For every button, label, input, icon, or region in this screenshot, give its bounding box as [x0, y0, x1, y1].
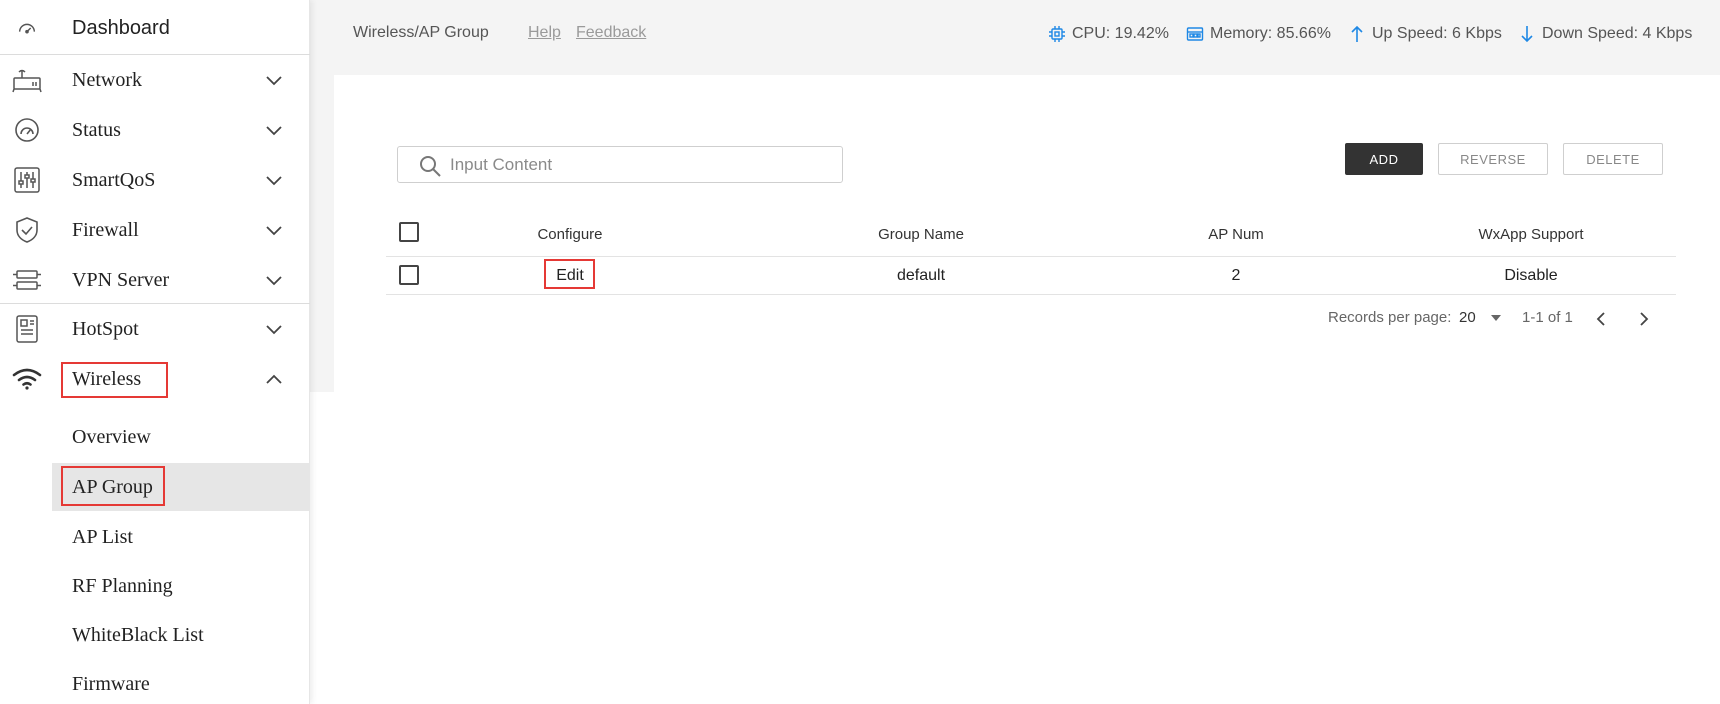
row-checkbox[interactable]: [399, 265, 419, 285]
arrow-up-icon: [1348, 25, 1366, 43]
sidebar-item-status[interactable]: Status: [0, 106, 310, 154]
sidebar-subitem-overview[interactable]: Overview: [52, 414, 310, 460]
memory-stat: Memory: 85.66%: [1186, 25, 1331, 43]
content-edge: [310, 75, 334, 392]
chevron-down-icon: [262, 268, 286, 292]
server-icon: [12, 265, 42, 295]
wxapp-support-cell: Disable: [1504, 266, 1558, 284]
reverse-button[interactable]: REVERSE: [1438, 143, 1548, 175]
sidebar-item-label: Status: [72, 118, 121, 141]
sidebar-item-dashboard[interactable]: Dashboard: [0, 4, 310, 52]
select-all-checkbox[interactable]: [399, 222, 419, 242]
chevron-down-icon: [262, 118, 286, 142]
chevron-right-icon: [1640, 312, 1649, 326]
cpu-stat: CPU: 19.42%: [1048, 25, 1169, 43]
arrow-down-icon: [1518, 25, 1536, 43]
wifi-icon: [12, 364, 42, 394]
column-header-wxapp-support: WxApp Support: [1478, 225, 1584, 243]
sidebar-subitem-label: RF Planning: [72, 574, 173, 597]
group-name-cell: default: [896, 266, 946, 284]
sidebar-item-label: Network: [72, 68, 142, 91]
up-speed-value: Up Speed: 6 Kbps: [1372, 25, 1502, 42]
sidebar-subitem-label: WhiteBlack List: [72, 623, 204, 646]
add-button[interactable]: ADD: [1345, 143, 1423, 175]
table-header: Configure Group Name AP Num WxApp Suppor…: [386, 212, 1676, 257]
feedback-link[interactable]: Feedback: [576, 24, 646, 42]
chevron-down-icon: [262, 168, 286, 192]
column-header-group-name: Group Name: [878, 225, 964, 243]
per-page-select[interactable]: 20: [1459, 309, 1502, 326]
sidebar-item-hotspot[interactable]: HotSpot: [0, 305, 310, 353]
sidebar-item-vpn-server[interactable]: VPN Server: [0, 256, 310, 304]
sidebar-item-label: HotSpot: [72, 317, 139, 340]
memory-value: Memory: 85.66%: [1210, 25, 1331, 42]
sidebar-subitem-label: AP List: [72, 525, 133, 548]
chevron-down-icon: [262, 68, 286, 92]
search-icon: [418, 154, 442, 178]
previous-page-button[interactable]: [1596, 312, 1606, 326]
page-range: 1-1 of 1: [1522, 309, 1573, 326]
ap-num-cell: 2: [1231, 266, 1241, 284]
up-speed-stat: Up Speed: 6 Kbps: [1348, 25, 1502, 43]
records-per-page-label: Records per page:: [1328, 309, 1452, 326]
memory-icon: [1186, 25, 1204, 43]
per-page-value: 20: [1459, 309, 1476, 326]
delete-button[interactable]: DELETE: [1563, 143, 1663, 175]
router-icon: [12, 65, 42, 95]
column-header-ap-num: AP Num: [1208, 225, 1264, 243]
speedometer-icon: [12, 115, 42, 145]
cpu-value: CPU: 19.42%: [1072, 25, 1169, 42]
hotspot-icon: [12, 314, 42, 344]
sidebar-subitem-rf-planning[interactable]: RF Planning: [52, 563, 310, 609]
caret-down-icon: [1490, 309, 1502, 326]
sidebar-item-smartqos[interactable]: SmartQoS: [0, 156, 310, 204]
chevron-left-icon: [1596, 312, 1605, 326]
gauge-icon: [12, 13, 42, 43]
sidebar-subitem-whiteblack-list[interactable]: WhiteBlack List: [52, 612, 310, 658]
down-speed-value: Down Speed: 4 Kbps: [1542, 25, 1693, 42]
next-page-button[interactable]: [1639, 312, 1649, 326]
shield-icon: [12, 215, 42, 245]
divider: [0, 303, 310, 304]
sidebar-subitem-label: Firmware: [72, 672, 150, 695]
sliders-icon: [12, 165, 42, 195]
sidebar-item-firewall[interactable]: Firewall: [0, 206, 310, 254]
help-link[interactable]: Help: [528, 24, 561, 42]
cpu-icon: [1048, 25, 1066, 43]
divider: [0, 54, 310, 55]
sidebar-item-label: SmartQoS: [72, 168, 156, 191]
chevron-down-icon: [262, 317, 286, 341]
highlight-box: [544, 259, 595, 289]
chevron-down-icon: [262, 218, 286, 242]
sidebar-subitem-ap-list[interactable]: AP List: [52, 514, 310, 560]
sidebar-item-label: Dashboard: [72, 16, 170, 39]
search-box[interactable]: [397, 146, 843, 183]
sidebar-subitem-label: Overview: [72, 425, 151, 448]
breadcrumb: Wireless/AP Group: [353, 24, 489, 41]
sidebar-item-network[interactable]: Network: [0, 56, 310, 104]
search-input[interactable]: [450, 151, 830, 179]
sidebar: Dashboard Network Status SmartQoS Firewa…: [0, 0, 310, 704]
down-speed-stat: Down Speed: 4 Kbps: [1518, 25, 1692, 43]
highlight-box: [61, 466, 165, 506]
sidebar-item-label: VPN Server: [72, 268, 170, 291]
column-header-configure: Configure: [537, 225, 603, 243]
top-bar: [310, 0, 1720, 75]
highlight-box: [61, 362, 168, 398]
sidebar-item-label: Firewall: [72, 218, 139, 241]
chevron-up-icon: [262, 367, 286, 391]
sidebar-subitem-firmware[interactable]: Firmware: [52, 661, 310, 704]
